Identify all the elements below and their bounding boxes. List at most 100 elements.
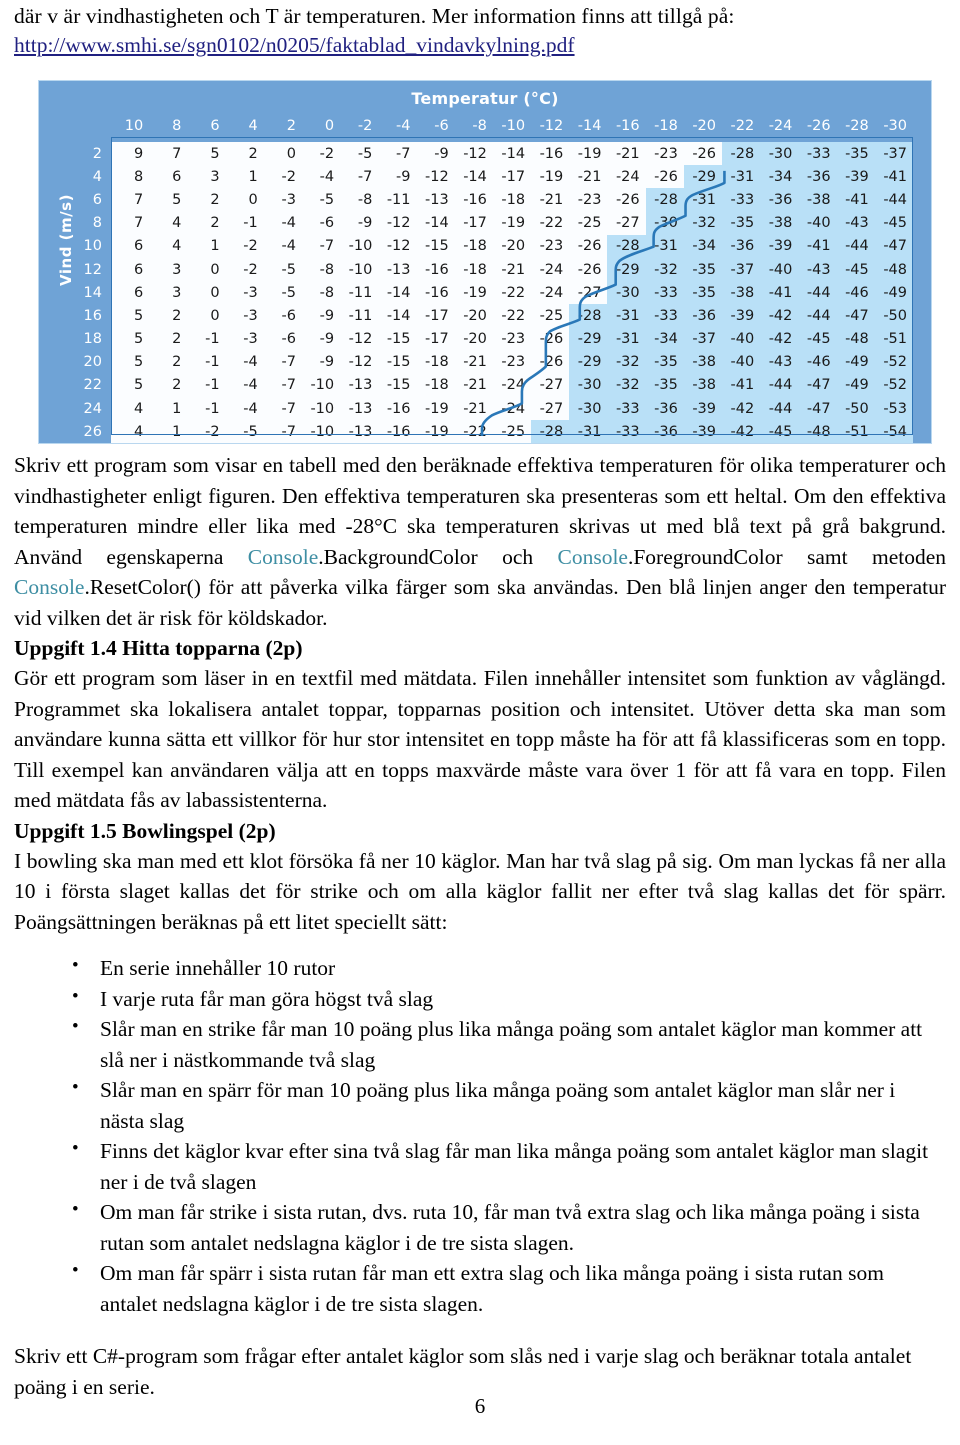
cell-r6-c5: -8 (301, 281, 341, 305)
cell-r1-c7: -9 (378, 165, 417, 189)
cell-r4-c12: -26 (569, 234, 608, 258)
console-keyword-2: Console (557, 544, 628, 569)
cell-r3-c18: -40 (798, 211, 837, 235)
cell-r3-c2: 2 (187, 211, 226, 235)
cell-r10-c19: -49 (836, 373, 875, 398)
cell-r9-c10: -23 (492, 350, 532, 374)
windchill-figure: Temperatur (°C) Vind (m/s) 10 8 6 4 2 0 -2 -4 -6… (38, 80, 932, 444)
console-keyword-3: Console (14, 575, 85, 599)
table-corner-cell (69, 115, 111, 142)
cell-r1-c8: -12 (416, 165, 455, 189)
cell-r6-c20: -49 (874, 281, 913, 305)
cell-r6-c15: -35 (683, 281, 722, 305)
cell-r3-c5: -6 (301, 211, 341, 235)
cell-r8-c12: -29 (569, 327, 608, 351)
cell-r7-c11: -25 (531, 304, 570, 328)
cell-r0-c18: -33 (798, 142, 837, 166)
cell-r4-c1: 4 (149, 234, 188, 258)
cell-r5-c0: 6 (111, 257, 150, 282)
cell-r8-c1: 2 (149, 327, 188, 351)
column-header-3: 4 (248, 118, 258, 134)
list-item: En serie innehåller 10 rutor (72, 951, 946, 984)
cell-r11-c5: -10 (301, 397, 341, 421)
cell-r10-c20: -52 (874, 373, 913, 398)
cell-r12-c15: -39 (683, 420, 722, 444)
cell-r2-c17: -36 (760, 188, 799, 212)
cell-r11-c16: -42 (722, 397, 761, 421)
cell-r4-c19: -44 (836, 234, 875, 258)
cell-r7-c13: -31 (607, 304, 646, 328)
cell-r11-c17: -44 (760, 397, 799, 421)
document-page: där v är vindhastigheten och T är temper… (0, 0, 960, 1445)
cell-r1-c3: 1 (225, 165, 264, 189)
cell-r5-c2: 0 (187, 257, 226, 282)
cell-r12-c1: 1 (149, 420, 188, 444)
cell-r0-c12: -19 (569, 142, 608, 166)
cell-r2-c0: 7 (111, 188, 150, 212)
cell-r9-c3: -4 (225, 350, 264, 374)
row-header-9: 20 (83, 354, 102, 371)
table-header-row: 10 8 6 4 2 0 -2 -4 -6 -8 -10 -12 -14 -16 -18 -20 -22 -24-… (69, 115, 913, 142)
cell-r9-c1: 2 (149, 350, 188, 374)
cell-r4-c18: -41 (798, 234, 837, 258)
cell-r1-c14: -26 (645, 165, 684, 189)
cell-r5-c17: -40 (760, 257, 799, 282)
cell-r9-c0: 5 (111, 350, 150, 374)
cell-r0-c4: 0 (263, 142, 302, 166)
cell-r10-c4: -7 (263, 373, 302, 398)
cell-r3-c6: -9 (340, 211, 379, 235)
cell-r0-c16: -28 (722, 142, 761, 166)
cell-r6-c8: -16 (416, 281, 455, 305)
cell-r5-c5: -8 (301, 257, 341, 282)
table-row: 4 8 6 3 1 -2 -4 -7 -9 -12 -14 -17 -19 -21 -24 -26 -29 -31… (69, 165, 913, 189)
cell-r11-c8: -19 (416, 397, 455, 421)
cell-r11-c15: -39 (683, 397, 722, 421)
cell-r11-c1: 1 (149, 397, 188, 421)
cell-r12-c12: -31 (569, 420, 608, 444)
cell-r0-c14: -23 (645, 142, 684, 166)
cell-r0-c8: -9 (416, 142, 455, 166)
cell-r1-c11: -19 (531, 165, 570, 189)
cell-r2-c4: -3 (263, 188, 302, 212)
cell-r11-c20: -53 (874, 397, 913, 421)
cell-r6-c13: -30 (607, 281, 646, 305)
column-header-5: 0 (324, 118, 335, 134)
column-header-10: -10 (501, 118, 526, 134)
cell-r2-c15: -31 (683, 188, 722, 212)
cell-r3-c11: -22 (531, 211, 570, 235)
list-item: I varje ruta får man göra högst två slag (72, 982, 946, 1015)
cell-r6-c17: -41 (760, 281, 799, 305)
row-header-5: 12 (83, 261, 102, 278)
row-header-8: 18 (83, 331, 102, 348)
cell-r4-c15: -34 (683, 234, 722, 258)
column-header-14: -18 (654, 118, 678, 134)
cell-r7-c14: -33 (645, 304, 684, 328)
document-body: Skriv ett program som visar en tabell me… (14, 450, 946, 1402)
task-1-5-closing: Skriv ett C#-program som frågar efter an… (14, 1344, 912, 1399)
cell-r4-c9: -18 (454, 234, 493, 258)
cell-r10-c7: -15 (378, 373, 417, 398)
cell-r2-c19: -41 (836, 188, 875, 212)
source-url-link[interactable]: http://www.smhi.se/sgn0102/n0205/faktabl… (14, 30, 944, 60)
list-item: Om man får strike i sista rutan, dvs. ru… (72, 1195, 946, 1258)
cell-r9-c14: -35 (645, 350, 684, 374)
cell-r8-c2: -1 (187, 327, 226, 351)
cell-r12-c8: -19 (416, 420, 455, 444)
cell-r9-c17: -43 (760, 350, 799, 374)
cell-r8-c5: -9 (301, 327, 341, 351)
cell-r11-c2: -1 (187, 397, 226, 421)
cell-r2-c7: -11 (378, 188, 417, 212)
cell-r10-c5: -10 (301, 373, 341, 398)
cell-r6-c3: -3 (225, 281, 264, 305)
cell-r3-c14: -30 (645, 211, 684, 235)
cell-r10-c1: 2 (149, 373, 188, 398)
cell-r7-c9: -20 (454, 304, 493, 328)
cell-r2-c10: -18 (492, 188, 532, 212)
row-header-10: 22 (83, 377, 102, 394)
para1-part-c: .ForegroundColor samt metoden (627, 544, 946, 569)
intro-line: där v är vindhastigheten och T är temper… (14, 4, 735, 28)
cell-r0-c11: -16 (531, 142, 570, 166)
cell-r2-c8: -13 (416, 188, 455, 212)
cell-r5-c12: -26 (569, 257, 608, 282)
cell-r6-c11: -24 (531, 281, 570, 305)
